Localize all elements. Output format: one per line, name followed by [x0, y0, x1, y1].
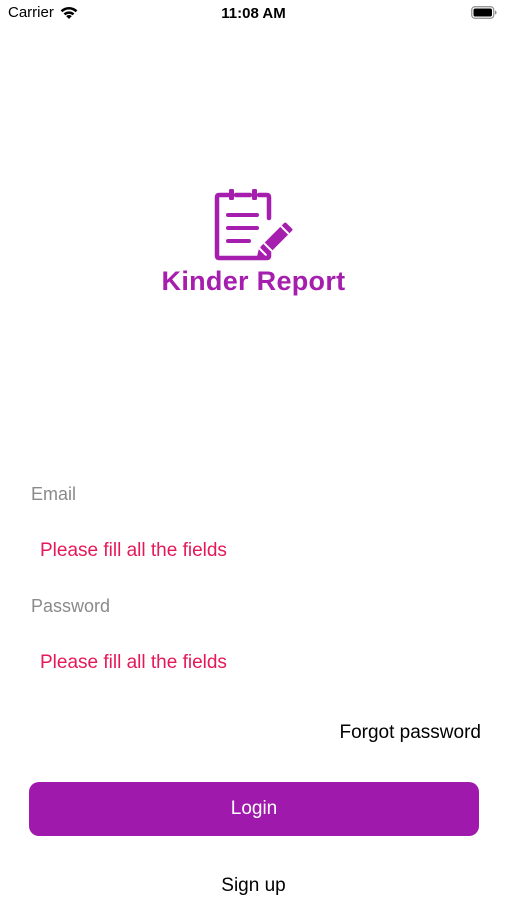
password-error: Please fill all the fields	[40, 652, 227, 673]
email-error: Please fill all the fields	[40, 540, 227, 561]
forgot-password-link[interactable]: Forgot password	[339, 722, 481, 744]
app-name: Kinder Report	[161, 266, 346, 296]
password-field[interactable]	[31, 592, 479, 622]
status-bar: Carrier 11:08 AM	[0, 0, 507, 30]
login-screen: Carrier 11:08 AM Kinder Report Email Ple…	[0, 0, 507, 900]
email-field[interactable]	[31, 480, 479, 510]
clipboard-crayon-icon	[214, 189, 293, 261]
battery-icon	[471, 6, 497, 19]
login-button[interactable]: Login	[29, 782, 479, 836]
status-time: 11:08 AM	[221, 5, 286, 22]
signup-link[interactable]: Sign up	[0, 875, 507, 897]
